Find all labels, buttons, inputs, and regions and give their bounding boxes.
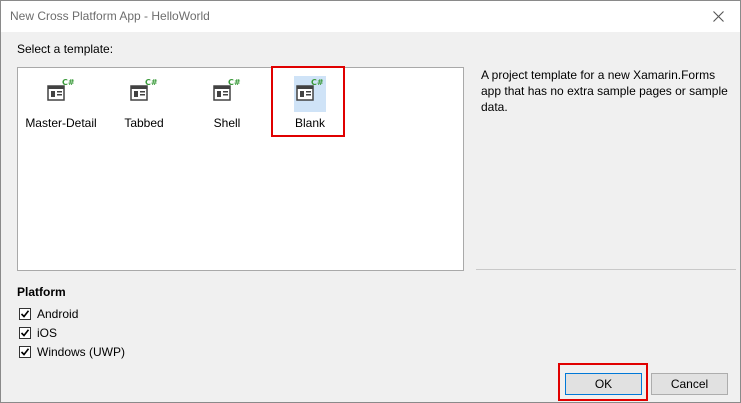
checkmark-icon [20, 310, 30, 318]
close-button[interactable] [696, 1, 740, 32]
platform-option-android[interactable]: Android [19, 306, 78, 322]
checkmark-icon [20, 329, 30, 337]
highlight-box-blank [271, 66, 345, 137]
close-icon [712, 11, 724, 22]
csharp-template-icon: C# [213, 78, 241, 101]
template-shell[interactable]: C# Shell [189, 74, 265, 136]
highlight-box-ok [558, 363, 648, 401]
title-bar: New Cross Platform App - HelloWorld [1, 1, 740, 32]
template-tabbed[interactable]: C# Tabbed [106, 74, 182, 136]
template-list[interactable]: C# Master-Detail C# Tabbed C# Shell C# B… [17, 67, 464, 271]
ios-label: iOS [37, 326, 58, 340]
window-title: New Cross Platform App - HelloWorld [10, 9, 210, 23]
ios-checkbox[interactable] [19, 327, 31, 339]
svg-text:C#: C# [62, 78, 75, 87]
template-label: Master-Detail [25, 116, 97, 130]
select-template-label: Select a template: [17, 42, 114, 56]
template-description: A project template for a new Xamarin.For… [481, 68, 728, 114]
platform-option-uwp[interactable]: Windows (UWP) [19, 344, 125, 360]
uwp-checkbox[interactable] [19, 346, 31, 358]
template-label: Tabbed [124, 116, 164, 130]
checkmark-icon [20, 348, 30, 356]
cancel-button[interactable]: Cancel [651, 373, 728, 395]
csharp-template-icon: C# [130, 78, 158, 101]
template-master-detail[interactable]: C# Master-Detail [23, 74, 99, 136]
dialog-window: New Cross Platform App - HelloWorld Sele… [0, 0, 741, 403]
template-label: Shell [213, 116, 241, 130]
description-divider [476, 269, 736, 270]
android-label: Android [37, 307, 79, 321]
svg-text:C#: C# [228, 78, 241, 87]
platform-option-ios[interactable]: iOS [19, 325, 57, 341]
platform-heading: Platform [17, 285, 66, 299]
uwp-label: Windows (UWP) [37, 345, 126, 359]
csharp-template-icon: C# [47, 78, 75, 101]
svg-text:C#: C# [145, 78, 158, 87]
android-checkbox[interactable] [19, 308, 31, 320]
